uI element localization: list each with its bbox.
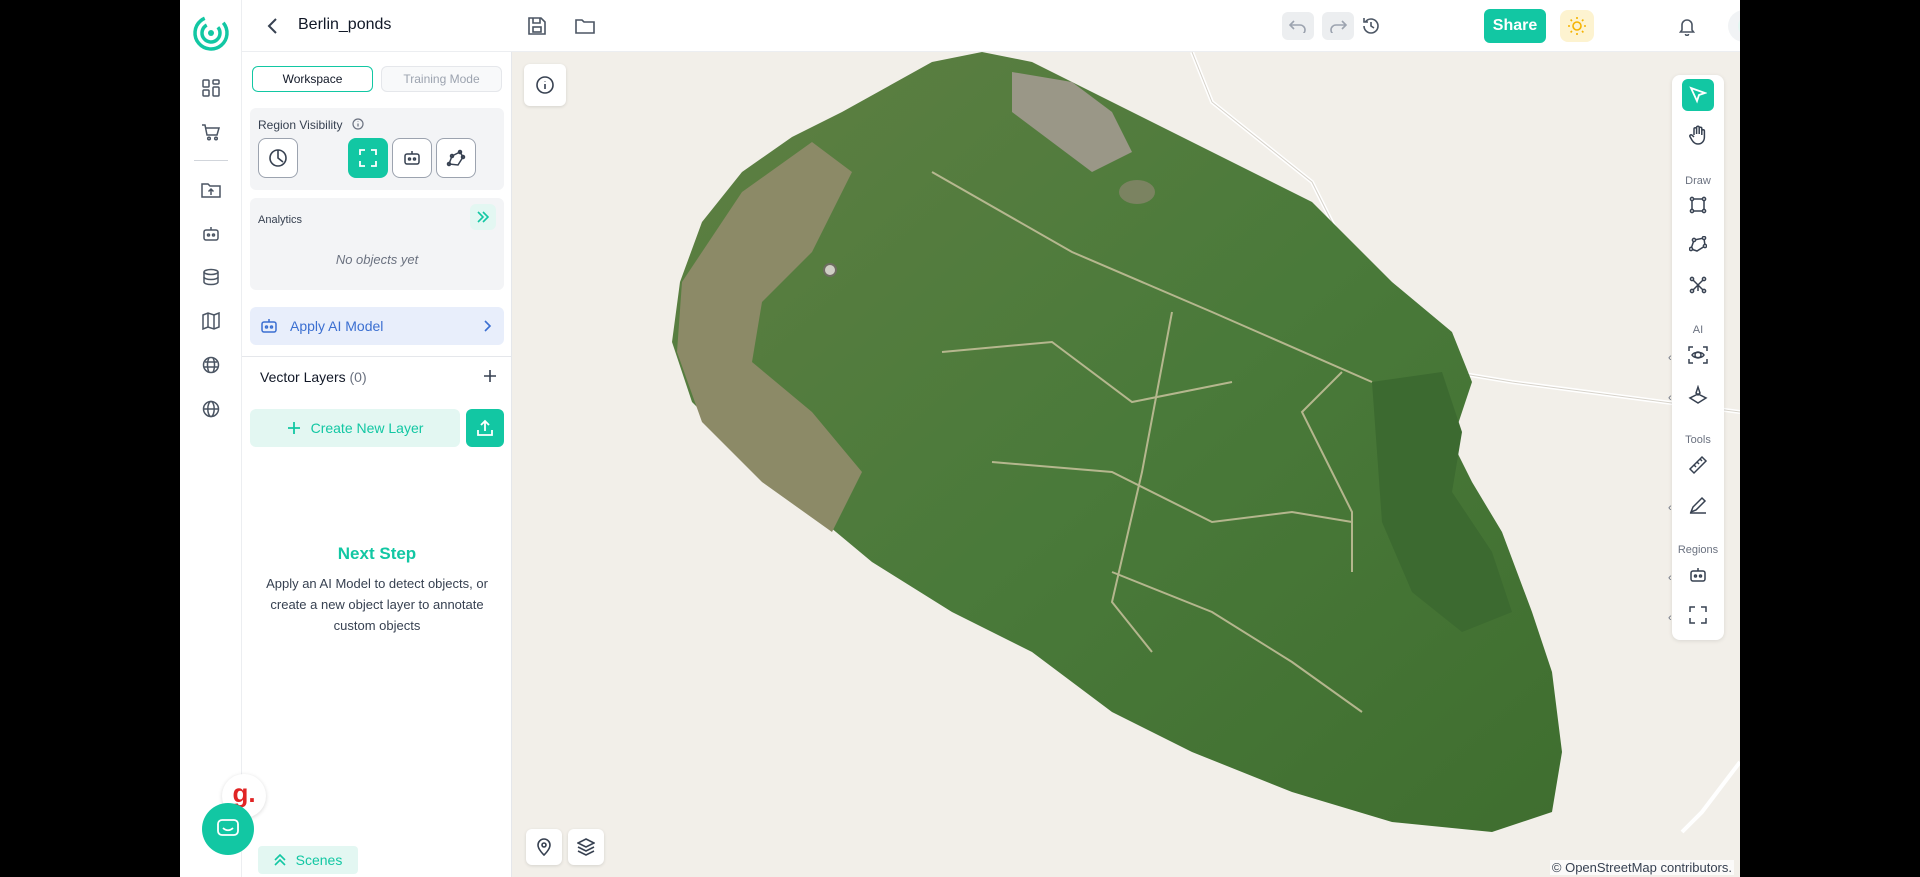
ruler-icon[interactable] (1682, 449, 1714, 481)
theme-toggle-sun-icon[interactable] (1560, 10, 1594, 42)
section-ai: AI (1692, 324, 1704, 336)
chat-launcher-icon[interactable] (202, 803, 254, 855)
dashboard-icon[interactable] (199, 76, 223, 100)
globe-grid-icon[interactable] (199, 353, 223, 377)
ai-segment-icon[interactable] (1682, 379, 1714, 411)
app-window: Berlin_ponds Share KG Workspace (180, 0, 1740, 877)
create-layer-label: Create New Layer (310, 420, 424, 436)
analytics-empty-text: No objects yet (335, 252, 419, 267)
upload-layer-button[interactable] (466, 409, 504, 447)
undo-button[interactable] (1282, 12, 1314, 40)
location-pin-icon[interactable] (526, 829, 562, 865)
region-visibility-label: Region Visibility (258, 118, 364, 132)
layers-icon[interactable] (568, 829, 604, 865)
panel-divider (242, 356, 512, 357)
app-logo[interactable] (192, 14, 230, 52)
database-icon[interactable] (199, 265, 223, 289)
ai-detect-icon[interactable] (1682, 339, 1714, 371)
redo-button[interactable] (1322, 12, 1354, 40)
region-fullscreen-icon[interactable] (1682, 599, 1714, 631)
next-step-text: Apply an AI Model to detect objects, or … (266, 576, 488, 633)
scenes-button[interactable]: Scenes (258, 846, 358, 874)
history-icon[interactable] (1358, 13, 1384, 39)
plus-icon (287, 422, 300, 434)
draw-rectangle-icon[interactable] (1682, 189, 1714, 221)
scenes-label: Scenes (295, 852, 343, 868)
robot-icon (261, 319, 277, 333)
section-regions: Regions (1677, 544, 1719, 556)
user-menu[interactable]: KG (1728, 10, 1740, 42)
region-polygon-icon[interactable] (436, 138, 476, 178)
analytics-card: Analytics No objects yet (250, 198, 504, 290)
upload-icon (477, 419, 493, 436)
next-step-title: Next Step (337, 544, 417, 563)
map-toolbar: Draw AI ‹ ‹ Tools ‹ Regions ‹ ‹ (1668, 75, 1724, 640)
aerial-imagery (672, 52, 1740, 834)
draw-points-icon[interactable] (1682, 269, 1714, 301)
folder-icon[interactable] (572, 13, 598, 39)
apply-ai-label: Apply AI Model (290, 318, 384, 334)
save-icon[interactable] (524, 13, 550, 39)
cart-icon[interactable] (199, 120, 223, 144)
info-icon[interactable] (352, 118, 364, 130)
workspace-panel: Workspace Training Mode Region Visibilit… (242, 52, 512, 877)
region-visibility-text: Region Visibility (258, 118, 343, 132)
folder-upload-icon[interactable] (199, 178, 223, 202)
region-fullscreen-icon[interactable] (348, 138, 388, 178)
map-icon[interactable] (199, 309, 223, 333)
share-button[interactable]: Share (1484, 9, 1546, 43)
vector-layers-count: (0) (349, 369, 367, 385)
nav-rail (180, 0, 242, 877)
section-draw: Draw (1685, 175, 1711, 187)
map-canvas[interactable]: © OpenStreetMap contributors. (512, 52, 1740, 877)
top-bar: Berlin_ponds Share KG (242, 0, 1740, 52)
chevron-left-icon[interactable]: ‹ (1668, 612, 1672, 624)
project-title: Berlin_ponds (298, 16, 392, 33)
map-info-icon[interactable] (524, 64, 566, 106)
add-layer-plus-icon[interactable] (482, 368, 498, 384)
section-tools: Tools (1685, 434, 1711, 446)
back-arrow-icon[interactable] (262, 15, 284, 37)
apply-ai-model-button[interactable]: Apply AI Model (250, 307, 504, 345)
rail-divider (194, 160, 228, 161)
chevron-left-icon[interactable]: ‹ (1668, 502, 1672, 514)
select-pointer-icon[interactable] (1682, 79, 1714, 111)
analytics-label: Analytics (258, 214, 303, 226)
vector-layers-label: Vector Layers (260, 369, 346, 385)
vector-layers-heading: Vector Layers (0) (260, 369, 367, 385)
analytics-expand-icon[interactable] (470, 204, 496, 230)
chevron-right-icon (484, 320, 492, 332)
tab-workspace[interactable]: Workspace (252, 66, 373, 92)
avatar: KG (1738, 15, 1740, 37)
draw-polygon-icon[interactable] (1682, 229, 1714, 261)
chevron-left-icon[interactable]: ‹ (1668, 392, 1672, 404)
globe-icon[interactable] (199, 397, 223, 421)
create-new-layer-button[interactable]: Create New Layer (250, 409, 460, 447)
tab-training-mode[interactable]: Training Mode (381, 66, 502, 92)
chevron-left-icon[interactable]: ‹ (1668, 352, 1672, 364)
mode-switch: Workspace Training Mode (252, 66, 502, 92)
region-history-icon[interactable] (258, 138, 298, 178)
chevrons-up-icon (274, 854, 286, 866)
chevron-left-icon[interactable]: ‹ (1668, 572, 1672, 584)
robot-icon[interactable] (199, 222, 223, 246)
pan-hand-icon[interactable] (1682, 119, 1714, 151)
pencil-icon[interactable] (1682, 489, 1714, 521)
map-attribution[interactable]: © OpenStreetMap contributors. (1549, 860, 1734, 875)
bell-icon[interactable] (1674, 13, 1700, 39)
region-robot-icon[interactable] (392, 138, 432, 178)
region-robot-icon[interactable] (1682, 559, 1714, 591)
